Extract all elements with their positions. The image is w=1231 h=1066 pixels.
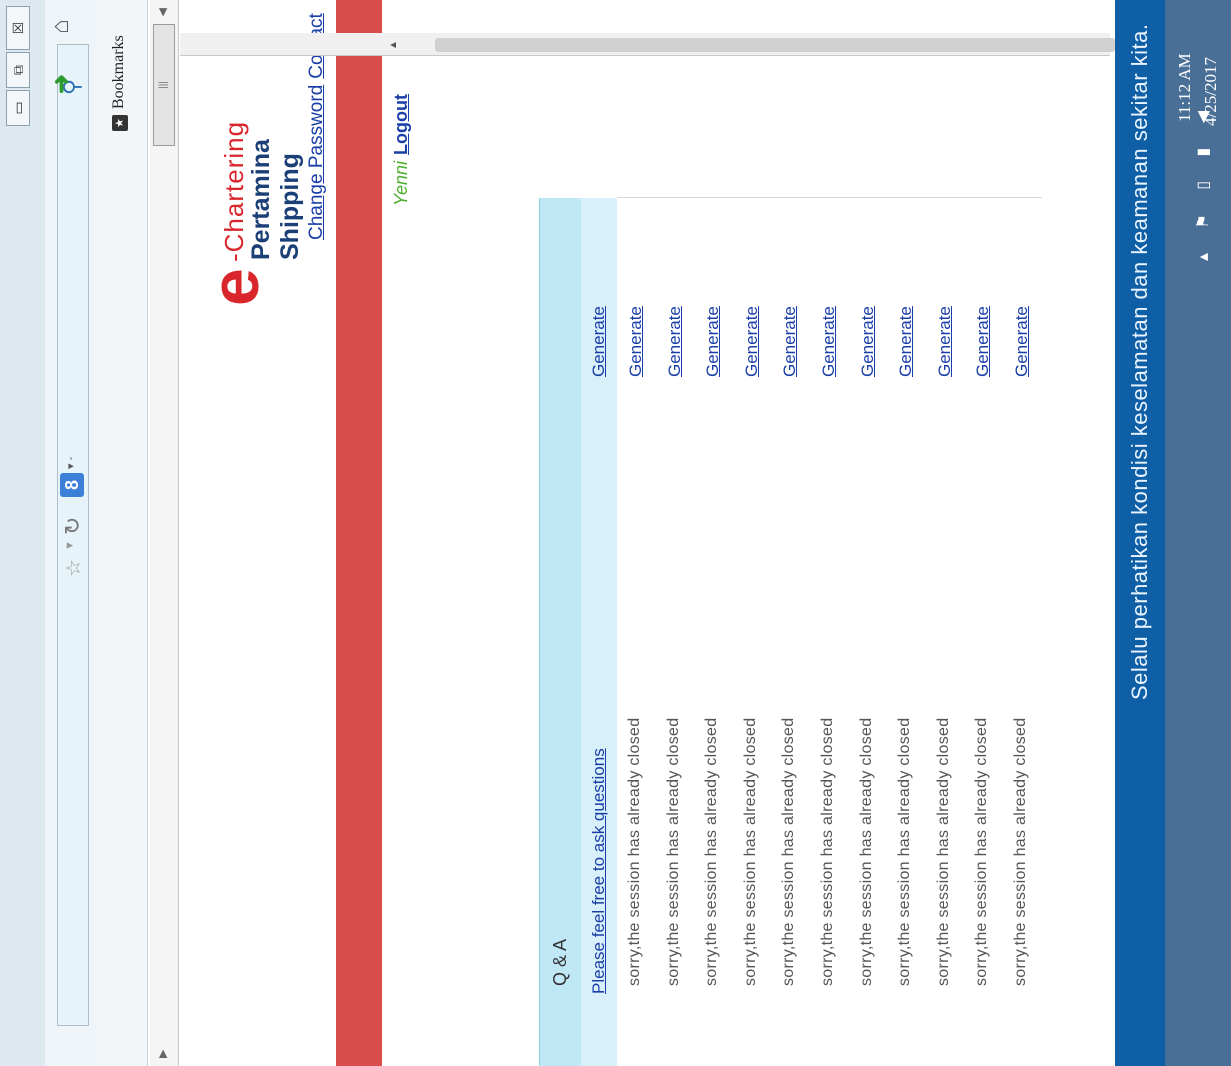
bookmarks-bar: ★ Bookmarks [97,0,148,1066]
taskbar: Selalu perhatikan kondisi keselamatan da… [1115,0,1231,1066]
restore-button[interactable]: ⧉ [6,52,30,88]
table-row: sorry,the session has already closed Gene… [887,198,926,1066]
rotated-screen: ▭ ⧉ ☒ ☆ ▼ ↻ 8 ▾ - ⚲ ➜ ⌂ ★ Bookmarks ◀ |||… [0,0,1231,1066]
page-content: e -Chartering Pertamina Shipping Change … [180,0,1110,1066]
scroll-up-icon[interactable]: ▲ [388,40,399,50]
generate-link[interactable]: Generate [1012,306,1032,377]
horizontal-scrollbar[interactable]: ◀ ||| ▶ [150,0,179,1066]
qa-table: Q & A Please feel free to ask questions … [539,197,1042,1066]
browser-toolbar: ☆ ▼ ↻ 8 ▾ - ⚲ ➜ ⌂ [45,0,98,1066]
scrollbar-thumb[interactable]: ||| [153,24,175,146]
vertical-scrollbar[interactable]: ▲ [180,33,1115,56]
row-message: sorry,the session has already closed [973,717,991,986]
table-row: sorry,the session has already closed Gene… [964,198,1003,1066]
reload-icon[interactable]: ↻ [60,517,86,535]
row-message: sorry,the session has already closed [896,717,914,986]
clock-time[interactable]: 11:12 AM [1175,53,1195,122]
generate-link[interactable]: Generate [703,306,723,377]
qa-title: Q & A [550,938,570,986]
minimize-button[interactable]: ▭ [6,90,30,126]
system-tray: ▴ ⚑ ▯ ▮ ◀ 11:12 AM 4/25/2017 [1165,0,1231,1066]
logout-link[interactable]: Logout [391,94,411,155]
ask-questions-link[interactable]: Please feel free to ask questions [589,748,609,994]
table-row: sorry,the session has already closed Gene… [733,198,772,1066]
table-row: sorry,the session has already closed Gene… [617,198,656,1066]
clock-date[interactable]: 4/25/2017 [1201,57,1221,126]
user-name: Yenni [391,160,411,206]
user-line: Yenni Logout [391,94,412,206]
row-message: sorry,the session has already closed [934,717,952,986]
search-engine-icon[interactable]: 8 [60,473,84,497]
qa-header: Q & A [539,198,582,1066]
bookmark-star-icon[interactable]: ☆ [61,559,86,577]
row-message: sorry,the session has already closed [741,717,759,986]
row-message: sorry,the session has already closed [1011,717,1029,986]
generate-link[interactable]: Generate [742,306,762,377]
qa-subheader: Please feel free to ask questions Genera… [581,198,617,1066]
generate-link-header[interactable]: Generate [589,306,609,377]
address-bar[interactable]: ☆ ▼ ↻ 8 ▾ - ⚲ [57,44,89,1026]
bookmarks-button[interactable]: ★ Bookmarks [110,35,128,131]
table-row: sorry,the session has already closed Gene… [849,198,888,1066]
table-row: sorry,the session has already closed Gene… [926,198,965,1066]
generate-link[interactable]: Generate [858,306,878,377]
generate-link[interactable]: Generate [780,306,800,377]
row-message: sorry,the session has already closed [857,717,875,986]
generate-link[interactable]: Generate [626,306,646,377]
close-button[interactable]: ☒ [6,6,30,50]
header-bar [336,0,382,1066]
logo-e: e [197,268,273,306]
generate-link[interactable]: Generate [819,306,839,377]
generate-link[interactable]: Generate [665,306,685,377]
table-row: sorry,the session has already closed Gene… [694,198,733,1066]
row-message: sorry,the session has already closed [703,717,721,986]
table-row: sorry,the session has already closed Gene… [1003,198,1042,1066]
home-icon[interactable]: ⌂ [47,20,75,35]
row-message: sorry,the session has already closed [626,717,643,986]
table-row: sorry,the session has already closed Gene… [810,198,849,1066]
logo-shipping: Pertamina Shipping [247,139,304,260]
change-password-link[interactable]: Change Password [306,85,327,240]
bookmarks-icon: ★ [112,115,128,131]
table-row: sorry,the session has already closed Gene… [771,198,810,1066]
row-message: sorry,the session has already closed [780,717,798,986]
chevron-down-icon[interactable]: ▼ [64,540,76,551]
bookmarks-label: Bookmarks [110,35,127,109]
window-titlebar: ▭ ⧉ ☒ [0,0,46,1066]
news-ticker: Selalu perhatikan kondisi keselamatan da… [1115,0,1165,1066]
table-row: sorry,the session has already closed Gene… [656,198,695,1066]
scrollbar-thumb[interactable] [435,38,1115,52]
logo-chartering: -Chartering [219,120,249,262]
scroll-left-icon[interactable]: ◀ [156,8,169,16]
qa-rows: sorry,the session has already closed Gene… [617,197,1042,1066]
generate-link[interactable]: Generate [935,306,955,377]
logo: e -Chartering Pertamina Shipping [195,56,304,306]
row-message: sorry,the session has already closed [818,717,836,986]
search-input[interactable] [62,121,84,455]
scroll-right-icon[interactable]: ▶ [156,1050,169,1058]
generate-link[interactable]: Generate [973,306,993,377]
download-icon[interactable]: ➜ [47,74,76,94]
search-engine-dropdown-icon[interactable]: ▾ - [64,457,77,469]
generate-link[interactable]: Generate [896,306,916,377]
row-message: sorry,the session has already closed [664,717,682,986]
